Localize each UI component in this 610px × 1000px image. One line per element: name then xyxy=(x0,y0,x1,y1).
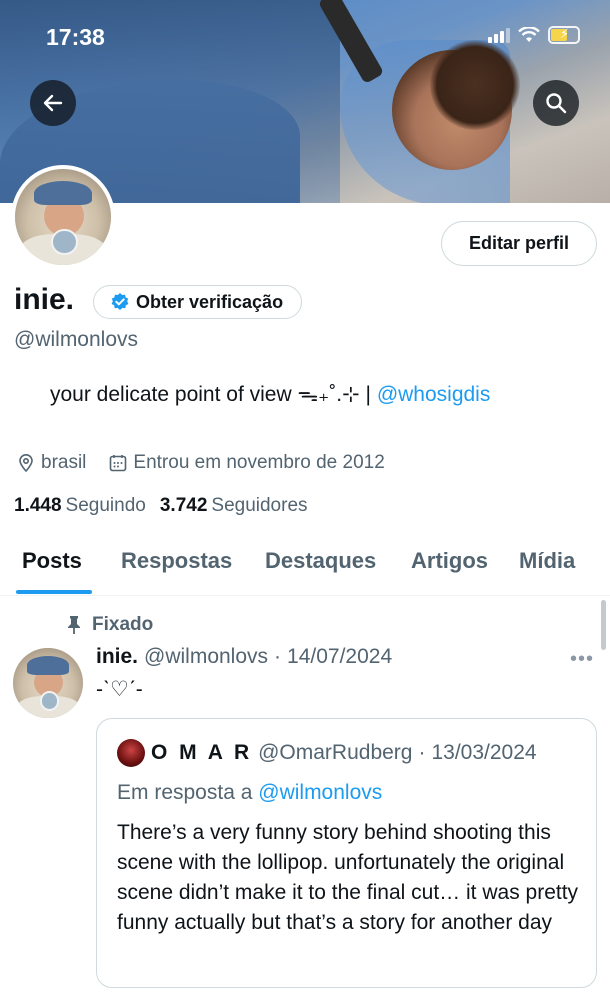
quote-separator: · xyxy=(418,741,426,764)
reply-prefix: Em resposta a xyxy=(117,781,253,804)
followers-count: 3.742 xyxy=(159,495,208,516)
post-author-handle[interactable]: @wilmonlovs xyxy=(144,645,268,669)
tab-posts[interactable]: Posts xyxy=(22,548,82,574)
edit-profile-button[interactable]: Editar perfil xyxy=(441,221,597,266)
following-label: Seguindo xyxy=(65,495,146,516)
quote-text: There’s a very funny story behind shooti… xyxy=(117,821,579,934)
followers-label: Seguidores xyxy=(211,495,308,516)
quoted-post[interactable]: O M A R @OmarRudberg · 13/03/2024 Em res… xyxy=(96,718,597,988)
status-time: 17:38 xyxy=(46,24,105,50)
joined-item: Entrou em novembro de 2012 xyxy=(108,452,385,474)
cellular-signal-icon xyxy=(488,27,510,43)
get-verified-button[interactable]: Obter verificação xyxy=(93,285,303,319)
followers-link[interactable]: 3.742 Seguidores xyxy=(160,495,308,517)
following-count: 1.448 xyxy=(14,495,62,516)
profile-handle: @wilmonlovs xyxy=(14,328,139,351)
scrollbar[interactable] xyxy=(601,600,606,650)
tab-midia[interactable]: Mídia xyxy=(519,548,575,574)
calendar-icon xyxy=(110,455,127,472)
status-bar: 17:38 ⚡ xyxy=(0,24,610,50)
quote-date: 13/03/2024 xyxy=(431,741,537,764)
joined-text: Entrou em novembro de 2012 xyxy=(133,452,385,473)
profile-name: inie. xyxy=(14,283,75,316)
profile-bio: your delicate point of view ᯓ₊˚.⊹ | @who… xyxy=(50,380,490,408)
active-tab-indicator xyxy=(16,590,92,594)
following-link[interactable]: 1.448 Seguindo xyxy=(14,495,146,517)
battery-icon: ⚡ xyxy=(548,26,580,44)
arrow-left-icon xyxy=(43,94,63,112)
get-verified-label: Obter verificação xyxy=(136,291,284,312)
profile-avatar[interactable] xyxy=(11,165,115,269)
post-header: inie. @wilmonlovs · 14/07/2024 xyxy=(96,645,392,669)
follow-counts: 1.448 Seguindo 3.742 Seguidores xyxy=(14,495,308,517)
location-item: brasil xyxy=(16,452,86,474)
post-author-name[interactable]: inie. xyxy=(96,645,138,669)
tab-artigos[interactable]: Artigos xyxy=(411,548,488,574)
pin-icon xyxy=(68,616,80,634)
quote-author-name: O M A R xyxy=(151,741,253,764)
back-button[interactable] xyxy=(30,80,76,126)
post-separator: · xyxy=(274,645,282,668)
tab-respostas[interactable]: Respostas xyxy=(121,548,232,574)
profile-tabs: Posts Respostas Destaques Artigos Mídia xyxy=(0,540,610,596)
quote-author-avatar xyxy=(117,739,145,767)
quote-reply-context: Em resposta a @wilmonlovs xyxy=(117,781,382,805)
bio-text: your delicate point of view ᯓ₊˚.⊹ | xyxy=(50,383,377,406)
wifi-icon xyxy=(518,27,540,42)
quote-header: O M A R @OmarRudberg · 13/03/2024 xyxy=(117,739,537,767)
banner-hair xyxy=(430,40,520,130)
verified-badge-icon xyxy=(111,293,129,310)
reply-handle-link[interactable]: @wilmonlovs xyxy=(258,781,382,804)
pinned-label-row: Fixado xyxy=(66,614,153,636)
pinned-label: Fixado xyxy=(92,614,154,635)
more-options-icon[interactable]: ••• xyxy=(570,648,594,671)
tab-destaques[interactable]: Destaques xyxy=(265,548,376,574)
search-button[interactable] xyxy=(533,80,579,126)
bio-link[interactable]: @whosigdis xyxy=(377,383,491,406)
search-icon xyxy=(546,93,567,114)
post-text: -ˋ♡ˊ- xyxy=(96,678,143,701)
location-text: brasil xyxy=(41,452,87,473)
quote-author-handle: @OmarRudberg xyxy=(258,741,413,764)
post-author-avatar[interactable] xyxy=(13,648,83,718)
profile-meta: brasil Entrou em novembro de 2012 xyxy=(16,452,407,474)
status-icons: ⚡ xyxy=(488,26,580,44)
post-date[interactable]: 14/07/2024 xyxy=(287,645,392,669)
location-pin-icon xyxy=(19,454,33,473)
